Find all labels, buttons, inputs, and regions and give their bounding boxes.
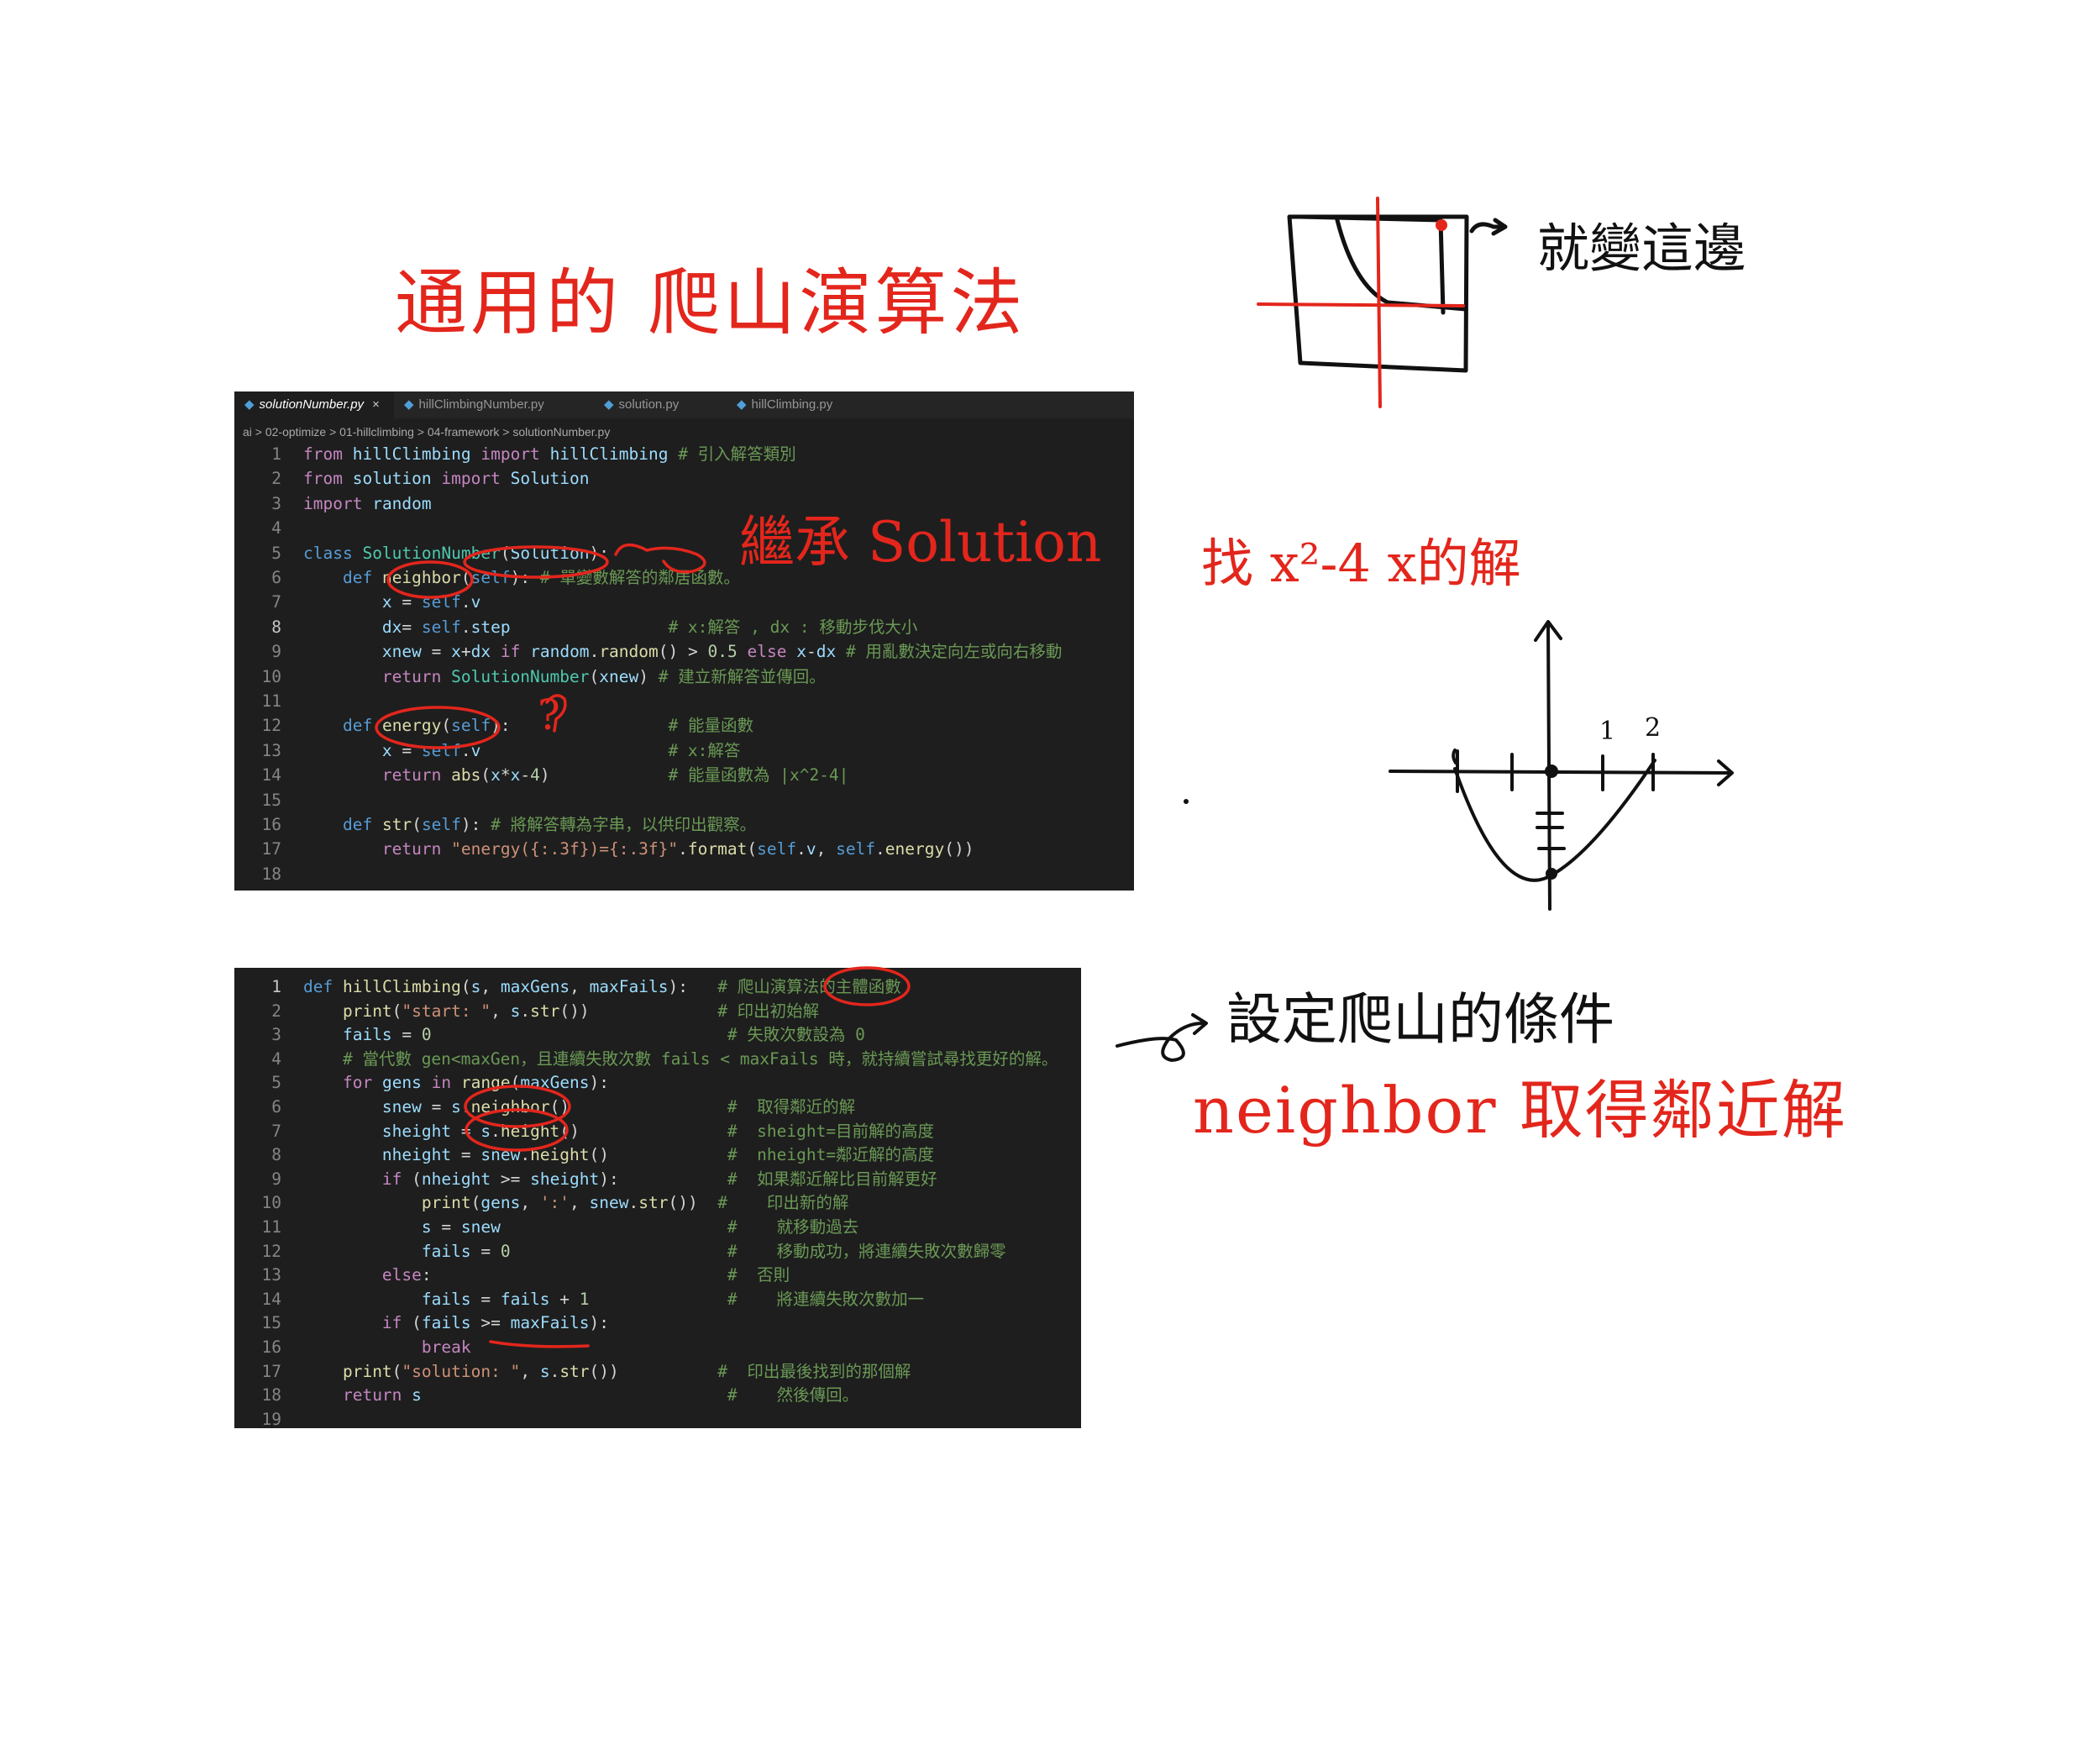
parabola-tick-2: 2: [1645, 713, 1661, 743]
red-dot: [1436, 219, 1447, 231]
stray-dot: [1184, 799, 1189, 804]
parabola-graph: [1389, 620, 1734, 911]
box-vertical-red-line: [1376, 197, 1382, 408]
inherit-note: 繼承 Solution: [739, 510, 1101, 575]
arrow-icon: [1116, 1013, 1208, 1062]
question-mark-note: ?: [538, 691, 560, 739]
box-diagram: [1287, 214, 1508, 373]
box-horizontal-red-line: [1257, 302, 1465, 307]
parabola-tick-1: 1: [1599, 717, 1615, 746]
ink-annotations: 1 2 繼承 Solution ?: [375, 197, 1734, 1348]
editor2-red-marks: [464, 966, 911, 1348]
